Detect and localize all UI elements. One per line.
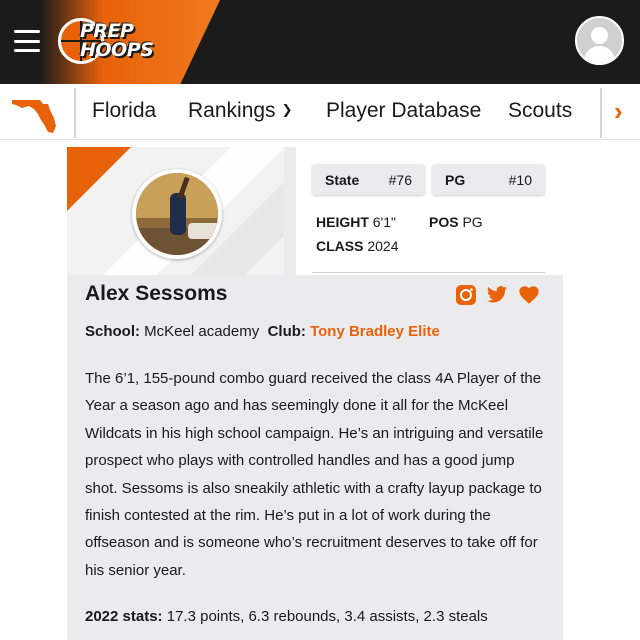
stats-label: 2022 stats: [85, 608, 163, 625]
nav-bar: Florida Rankings ❯ Player Database Scouts… [0, 84, 640, 140]
class-value: 2024 [367, 238, 399, 254]
logo-text-line1: PREP [80, 20, 134, 42]
season-stats: 2022 stats: 17.3 points, 6.3 rebounds, 3… [85, 608, 488, 625]
player-photo-panel [67, 147, 284, 275]
nav-item-label: Florida [92, 99, 157, 122]
hamburger-icon[interactable] [14, 30, 40, 52]
nav-item-label: Scouts [508, 99, 573, 122]
chevron-down-icon: ❯ [281, 102, 293, 117]
pos-value: PG [462, 214, 483, 230]
position-rank-value: #10 [508, 172, 532, 188]
player-photo [132, 169, 222, 259]
state-rank-label: State [325, 172, 360, 188]
florida-state-icon[interactable] [0, 88, 76, 138]
class-label: CLASS [316, 238, 364, 254]
nav-item-scouts[interactable]: Scouts [508, 99, 572, 123]
club-label: Club: [267, 323, 306, 340]
player-card: State #76 PG #10 HEIGHT 6'1" POS PG CLAS… [67, 147, 563, 640]
position-attribute: POS PG [429, 214, 483, 230]
school-name: McKeel academy [144, 323, 260, 340]
divider [312, 272, 545, 273]
heart-icon[interactable] [518, 284, 540, 306]
stats-value: 17.3 points, 6.3 rebounds, 3.4 assists, … [166, 608, 488, 625]
twitter-icon[interactable] [486, 284, 508, 306]
nav-item-florida[interactable]: Florida [92, 99, 156, 123]
nav-item-label: Player Database [326, 99, 482, 122]
position-rank-label: PG [445, 172, 466, 188]
nav-item-rankings[interactable]: Rankings ❯ [188, 99, 292, 123]
school-label: School: [85, 323, 140, 340]
nav-item-label: Rankings [188, 99, 276, 122]
pos-label: POS [429, 214, 459, 230]
player-name: Alex Sessoms [85, 282, 228, 305]
top-header: PREP HOOPS [0, 0, 640, 84]
class-attribute: CLASS 2024 [316, 238, 399, 254]
nav-scroll-right-button[interactable]: › [600, 88, 640, 138]
logo-text-line2: HOOPS [80, 39, 154, 61]
user-avatar-icon[interactable] [575, 16, 624, 65]
player-rank-panel: State #76 PG #10 HEIGHT 6'1" POS PG CLAS… [296, 147, 563, 275]
height-label: HEIGHT [316, 214, 369, 230]
height-attribute: HEIGHT 6'1" [316, 214, 396, 230]
state-rank-badge: State #76 [312, 164, 425, 195]
state-rank-value: #76 [388, 172, 412, 188]
position-rank-badge: PG #10 [432, 164, 545, 195]
nav-item-player-database[interactable]: Player Database [326, 99, 481, 123]
orange-corner-accent [67, 147, 131, 211]
chevron-right-icon: › [614, 96, 623, 126]
prep-hoops-logo[interactable]: PREP HOOPS [58, 16, 162, 66]
player-bio: The 6’1, 155-pound combo guard received … [85, 370, 544, 579]
club-link[interactable]: Tony Bradley Elite [310, 323, 440, 340]
school-club-line: School: McKeel academy Club: Tony Bradle… [85, 323, 440, 340]
instagram-icon[interactable] [455, 284, 477, 306]
height-value: 6'1" [372, 214, 396, 230]
